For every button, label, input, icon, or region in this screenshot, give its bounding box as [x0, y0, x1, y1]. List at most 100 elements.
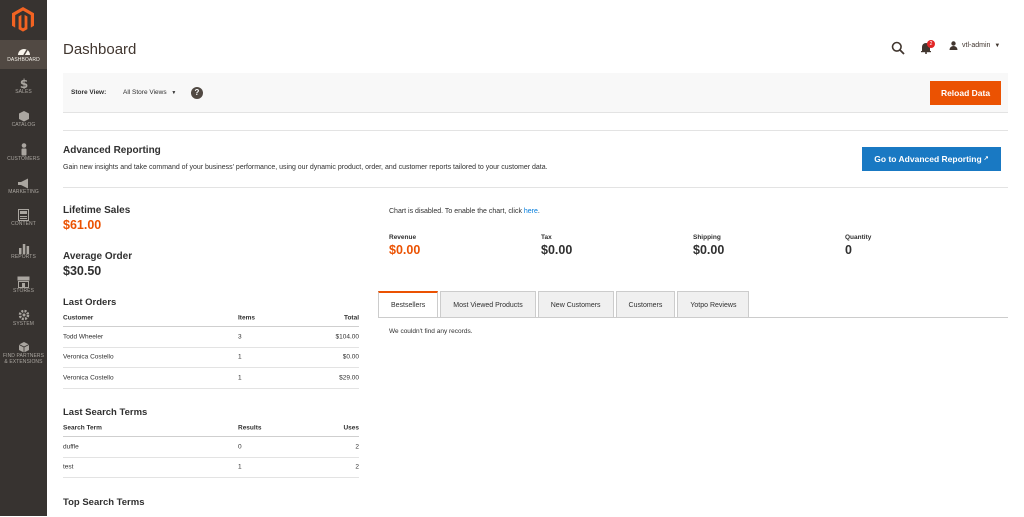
external-link-icon: ↗ — [983, 156, 989, 162]
chart-msg-text: Chart is disabled. To enable the chart, … — [389, 208, 524, 215]
quantity-label: Quantity — [845, 234, 872, 241]
nav-label: REPORTS — [11, 254, 36, 260]
content-icon — [18, 209, 29, 221]
cell-results: 1 — [238, 463, 242, 471]
table-row[interactable]: Veronica Costello 1 $29.00 — [63, 368, 359, 389]
cell-search-term: duffle — [63, 443, 79, 451]
cell-customer: Todd Wheeler — [63, 333, 104, 341]
nav-label: CONTENT — [11, 221, 36, 227]
nav-label: SALES — [15, 89, 32, 95]
table-row[interactable]: duffle 0 2 — [63, 437, 359, 458]
advanced-reporting-button[interactable]: Go to Advanced Reporting ↗ — [862, 147, 1001, 171]
shipping-value: $0.00 — [693, 243, 725, 257]
revenue-label: Revenue — [389, 234, 417, 241]
cell-total: $29.00 — [339, 374, 359, 382]
table-row[interactable]: Todd Wheeler 3 $104.00 — [63, 327, 359, 348]
divider — [63, 187, 1008, 188]
help-icon[interactable]: ? — [191, 87, 203, 99]
empty-records-message: We couldn't find any records. — [389, 328, 473, 335]
page-title: Dashboard — [63, 41, 137, 58]
notification-count[interactable]: 2 — [927, 40, 935, 48]
nav-content[interactable]: CONTENT — [0, 209, 47, 234]
nav-system[interactable]: SYSTEM — [0, 309, 47, 334]
nav-find-partners[interactable]: FIND PARTNERS & EXTENSIONS — [0, 341, 47, 373]
gear-icon — [18, 309, 29, 321]
cell-uses: 2 — [355, 463, 359, 471]
table-header: Customer Items Total — [63, 310, 359, 327]
table-row[interactable]: test 1 2 — [63, 458, 359, 478]
cell-customer: Veronica Costello — [63, 374, 114, 382]
nav-dashboard[interactable]: DASHBOARD — [0, 40, 47, 69]
cell-results: 0 — [238, 443, 242, 451]
top-search-terms-title: Top Search Terms — [63, 497, 145, 508]
column-header: Results — [238, 424, 262, 432]
dashboard-tabs: Bestsellers Most Viewed Products New Cus… — [378, 291, 750, 318]
nav-customers[interactable]: CUSTOMERS — [0, 143, 47, 168]
nav-catalog[interactable]: CATALOG — [0, 110, 47, 135]
average-order-label: Average Order — [63, 251, 133, 262]
column-header: Customer — [63, 314, 94, 322]
nav-label: STORES — [12, 288, 35, 294]
nav-marketing[interactable]: MARKETING — [0, 178, 47, 203]
cubes-icon — [18, 342, 29, 353]
last-search-terms-table: Search Term Results Uses duffle 0 2 test… — [63, 420, 359, 478]
last-orders-title: Last Orders — [63, 297, 117, 308]
nav-sales[interactable]: $ SALES — [0, 77, 47, 102]
column-header: Search Term — [63, 424, 102, 432]
cell-uses: 2 — [355, 443, 359, 451]
divider — [63, 130, 1008, 131]
bar-chart-icon — [18, 244, 29, 254]
nav-label: SYSTEM — [12, 321, 35, 327]
cell-total: $104.00 — [335, 333, 360, 341]
lifetime-sales-label: Lifetime Sales — [63, 205, 131, 216]
store-icon — [17, 276, 30, 288]
nav-label: & EXTENSIONS — [4, 359, 43, 365]
tab-bestsellers[interactable]: Bestsellers — [378, 291, 439, 318]
person-icon — [21, 143, 26, 156]
advanced-reporting-description: Gain new insights and take command of yo… — [63, 164, 548, 171]
user-icon — [949, 41, 958, 50]
nav-label: DASHBOARD — [7, 57, 40, 63]
megaphone-icon — [18, 178, 28, 189]
store-view-select[interactable]: All Store Views ▼ — [123, 89, 176, 96]
table-header: Search Term Results Uses — [63, 420, 359, 437]
cell-items: 1 — [238, 353, 242, 361]
sidebar: DASHBOARD $ SALES CATALOG CUSTOMERS MARK… — [0, 0, 47, 516]
column-header: Uses — [343, 424, 359, 432]
nav-stores[interactable]: STORES — [0, 276, 47, 301]
lifetime-sales-value: $61.00 — [63, 218, 102, 232]
tab-yotpo-reviews[interactable]: Yotpo Reviews — [677, 291, 750, 318]
nav-label: CATALOG — [11, 122, 36, 128]
cell-total: $0.00 — [342, 353, 359, 361]
dollar-icon: $ — [19, 77, 27, 89]
revenue-value: $0.00 — [389, 243, 421, 257]
tab-most-viewed-products[interactable]: Most Viewed Products — [440, 291, 536, 318]
tab-new-customers[interactable]: New Customers — [537, 291, 614, 318]
table-row[interactable]: Veronica Costello 1 $0.00 — [63, 348, 359, 368]
chevron-down-icon: ▼ — [171, 90, 177, 96]
last-search-terms-title: Last Search Terms — [63, 407, 148, 418]
magento-logo[interactable] — [12, 7, 34, 32]
enable-chart-link[interactable]: here — [524, 208, 538, 215]
cell-items: 3 — [238, 333, 242, 341]
shipping-label: Shipping — [693, 234, 721, 241]
column-header: Total — [343, 314, 359, 322]
tax-label: Tax — [541, 234, 552, 241]
store-switcher-bar: Store View: All Store Views ▼ ? Reload D… — [63, 73, 1008, 113]
nav-reports[interactable]: REPORTS — [0, 242, 47, 267]
tax-value: $0.00 — [541, 243, 573, 257]
user-menu[interactable]: vtl-admin ▼ — [949, 41, 1000, 50]
average-order-value: $30.50 — [63, 264, 102, 278]
advanced-reporting-button-label: Go to Advanced Reporting — [874, 154, 982, 164]
store-view-value: All Store Views — [123, 89, 167, 96]
search-icon[interactable] — [891, 41, 905, 55]
svg-text:$: $ — [19, 77, 27, 89]
cell-customer: Veronica Costello — [63, 353, 114, 361]
reload-data-button[interactable]: Reload Data — [930, 81, 1001, 105]
quantity-value: 0 — [845, 243, 852, 257]
main-content: Dashboard 2 vtl-admin ▼ Store View: All … — [47, 0, 1024, 516]
cell-items: 1 — [238, 374, 242, 382]
advanced-reporting-title: Advanced Reporting — [63, 145, 161, 156]
column-header: Items — [238, 314, 255, 322]
tab-customers[interactable]: Customers — [615, 291, 676, 318]
